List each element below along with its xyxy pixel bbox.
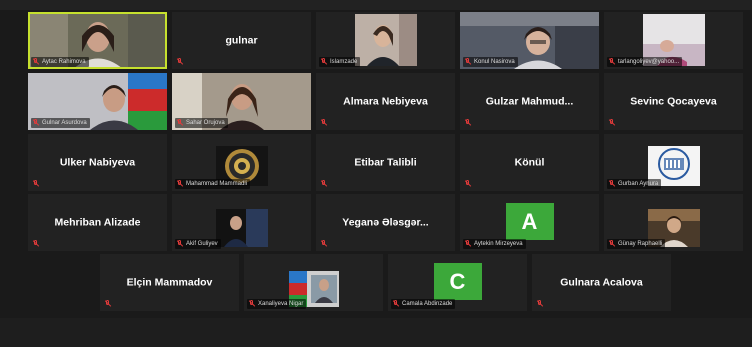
participant-name: Könül xyxy=(514,155,545,168)
participant-name: Almara Nebiyeva xyxy=(343,94,428,107)
participant-label: Günay Raphaelli xyxy=(607,239,666,249)
participant-name: Etibar Talibli xyxy=(354,155,417,168)
window-bottom-bar xyxy=(0,318,752,347)
participant-tile[interactable]: gulnar xyxy=(172,12,311,69)
muted-mic-icon xyxy=(104,300,112,308)
participant-tile[interactable]: Ulker Nabiyeva xyxy=(28,134,167,191)
participant-tile[interactable]: C Camala Abdinzade xyxy=(388,254,527,311)
participant-name: Ulker Nabiyeva xyxy=(59,155,136,168)
participant-tile[interactable]: Gulnara Acalova xyxy=(532,254,671,311)
muted-mic-icon xyxy=(32,58,40,66)
participant-video xyxy=(354,14,417,66)
participant-name: Akif Guliyev xyxy=(186,241,218,247)
participant-tile[interactable]: Xanaliyeva Nigar xyxy=(244,254,383,311)
participant-name: Sahar Orujova xyxy=(186,120,225,126)
participant-name: gulnar xyxy=(225,33,258,46)
muted-mic-icon xyxy=(32,240,40,248)
muted-mic-icon xyxy=(176,119,184,127)
participant-name: Islamzade xyxy=(330,59,358,65)
participant-tile[interactable]: Etibar Talibli xyxy=(316,134,455,191)
muted-mic-icon xyxy=(176,240,184,248)
participant-label: Xanaliyeva Nigar xyxy=(247,299,307,309)
participant-name: Aytekin Mirzeyeva xyxy=(474,241,523,247)
participant-video xyxy=(215,209,268,247)
participant-label: Konul Nasirova xyxy=(463,57,518,67)
participant-label: Sahar Orujova xyxy=(175,118,228,128)
muted-mic-icon xyxy=(536,300,544,308)
participant-label: Mahammad Mammadli xyxy=(175,179,251,189)
muted-mic-icon xyxy=(320,119,328,127)
participant-tile[interactable]: Islamzade xyxy=(316,12,455,69)
participant-name: Camala Abdinzade xyxy=(402,301,453,307)
participant-name: Günay Raphaelli xyxy=(618,241,663,247)
muted-mic-icon xyxy=(608,58,616,66)
muted-mic-icon xyxy=(392,300,400,308)
muted-mic-icon xyxy=(608,119,616,127)
participant-tile[interactable]: Almara Nebiyeva xyxy=(316,73,455,130)
window-top-bar xyxy=(0,0,752,10)
participant-tile[interactable]: Sahar Orujova xyxy=(172,73,311,130)
participant-label: Islamzade xyxy=(319,57,361,67)
participant-tile[interactable]: Gulnar Asurdova xyxy=(28,73,167,130)
participant-tile[interactable]: Aytac Rahimova xyxy=(28,12,167,69)
muted-mic-icon xyxy=(464,119,472,127)
participant-tile[interactable]: tarlangoliyev@yahoo... xyxy=(604,12,743,69)
participant-tile[interactable]: Mehriban Alizade xyxy=(28,194,167,251)
participant-tile[interactable]: Günay Raphaelli xyxy=(604,194,743,251)
muted-mic-icon xyxy=(32,119,40,127)
muted-mic-icon xyxy=(176,58,184,66)
participant-name: Sevinc Qocayeva xyxy=(630,94,717,107)
participant-name: Gulzar Mahmud... xyxy=(485,94,574,107)
muted-mic-icon xyxy=(608,180,616,188)
participant-label: Gurban Aynura xyxy=(607,179,662,189)
muted-mic-icon xyxy=(464,180,472,188)
muted-mic-icon xyxy=(608,240,616,248)
avatar: C xyxy=(433,263,482,300)
muted-mic-icon xyxy=(320,180,328,188)
participant-tile[interactable]: Gurban Aynura xyxy=(604,134,743,191)
participant-tile[interactable]: Mahammad Mammadli xyxy=(172,134,311,191)
participant-tile[interactable]: Könül xyxy=(460,134,599,191)
muted-mic-icon xyxy=(464,58,472,66)
participant-tile[interactable]: Gulzar Mahmud... xyxy=(460,73,599,130)
muted-mic-icon xyxy=(176,180,184,188)
muted-mic-icon xyxy=(32,180,40,188)
participant-name: Elçin Mammadov xyxy=(126,275,213,288)
participant-name: Gulnara Acalova xyxy=(560,275,643,288)
participant-tile[interactable]: Akif Guliyev xyxy=(172,194,311,251)
muted-mic-icon xyxy=(320,240,328,248)
participant-name: Gulnar Asurdova xyxy=(42,120,87,126)
participant-tile[interactable]: Sevinc Qocayeva xyxy=(604,73,743,130)
participant-label: Aytekin Mirzeyeva xyxy=(463,239,526,249)
muted-mic-icon xyxy=(464,240,472,248)
participant-name: Xanaliyeva Nigar xyxy=(258,301,304,307)
participant-name: Aytac Rahimova xyxy=(42,59,86,65)
participant-tile[interactable]: A Aytekin Mirzeyeva xyxy=(460,194,599,251)
participant-label: Akif Guliyev xyxy=(175,239,221,249)
avatar: A xyxy=(505,203,554,240)
participant-tile[interactable]: Yeganə Ələsgər... xyxy=(316,194,455,251)
participant-label: Aytac Rahimova xyxy=(31,57,89,67)
muted-mic-icon xyxy=(320,58,328,66)
participant-name: Yeganə Ələsgər... xyxy=(342,215,429,228)
participant-tile[interactable]: Elçin Mammadov xyxy=(100,254,239,311)
muted-mic-icon xyxy=(248,300,256,308)
participant-label: Camala Abdinzade xyxy=(391,299,456,309)
participant-name: tarlangoliyev@yahoo... xyxy=(618,59,680,65)
participant-name: Konul Nasirova xyxy=(474,59,515,65)
participant-name: Mahammad Mammadli xyxy=(186,181,248,187)
participant-label: Gulnar Asurdova xyxy=(31,118,90,128)
participant-tile[interactable]: Konul Nasirova xyxy=(460,12,599,69)
participant-name: Mehriban Alizade xyxy=(54,215,141,228)
participant-name: Gurban Aynura xyxy=(618,181,659,187)
participant-label: tarlangoliyev@yahoo... xyxy=(607,57,683,67)
